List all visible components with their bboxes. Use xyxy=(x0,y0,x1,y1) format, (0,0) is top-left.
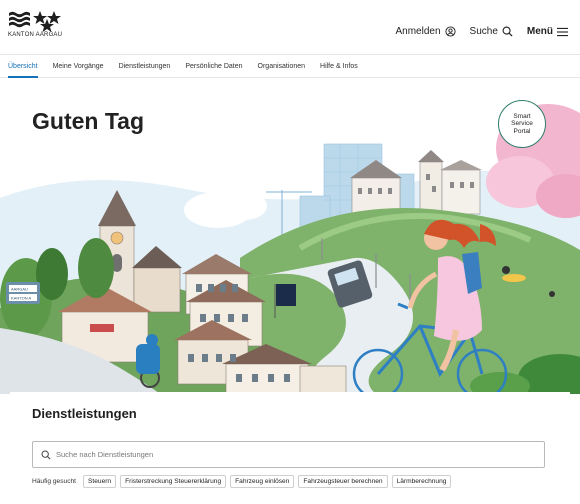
site-header: KANTON AARGAU Anmelden Suche Menü xyxy=(0,0,580,54)
services-search-field[interactable] xyxy=(32,441,545,468)
chip-laermberechnung[interactable]: Lärmberechnung xyxy=(391,475,452,488)
tab-persoenliche-daten[interactable]: Persönliche Daten xyxy=(185,55,242,77)
nav-tabs: Übersicht Meine Vorgänge Dienstleistunge… xyxy=(0,55,580,78)
services-title: Dienstleistungen xyxy=(32,406,137,421)
chip-fristerstreckung[interactable]: Fristerstreckung Steuererklärung xyxy=(120,475,227,488)
menu-button[interactable]: Menü xyxy=(527,26,568,37)
badge-line-3: Portal xyxy=(513,127,531,135)
logo-text: KANTON AARGAU xyxy=(8,32,63,38)
tab-dienstleistungen[interactable]: Dienstleistungen xyxy=(119,55,171,77)
tab-hilfe-infos[interactable]: Hilfe & Infos xyxy=(320,55,358,77)
login-label: Anmelden xyxy=(395,26,441,37)
menu-label: Menü xyxy=(526,26,553,37)
badge-line-2: Service xyxy=(511,120,533,128)
search-icon xyxy=(502,26,513,37)
tab-organisationen[interactable]: Organisationen xyxy=(258,55,305,77)
tab-uebersicht[interactable]: Übersicht xyxy=(8,55,38,78)
user-login-icon xyxy=(444,26,456,37)
badge-line-1: Smart xyxy=(513,112,531,120)
search-button[interactable]: Suche xyxy=(470,26,513,37)
services-panel: Dienstleistungen Häufig gesucht Steuern … xyxy=(10,392,570,504)
tab-meine-vorgaenge[interactable]: Meine Vorgänge xyxy=(53,55,104,77)
search-icon xyxy=(41,450,51,460)
login-button[interactable]: Anmelden xyxy=(396,26,456,37)
services-search-input[interactable] xyxy=(56,450,526,459)
chip-fahrzeug-einloesen[interactable]: Fahrzeug einlösen xyxy=(230,475,295,488)
main-navigation: Übersicht Meine Vorgänge Dienstleistunge… xyxy=(0,54,580,78)
sign-kanton-text: KANTON A xyxy=(11,296,31,301)
search-label: Suche xyxy=(469,26,498,37)
chip-steuern[interactable]: Steuern xyxy=(83,475,117,488)
sign-aargau-text: AARGAU xyxy=(11,287,28,292)
frequent-searches: Häufig gesucht Steuern Fristerstreckung … xyxy=(32,475,452,488)
hamburger-menu-icon xyxy=(557,27,568,36)
hero-banner: AARGAU KANTON A Guten Tag Smart Service … xyxy=(0,78,580,394)
page-greeting: Guten Tag xyxy=(32,108,145,134)
chip-fahrzeugsteuer[interactable]: Fahrzeugsteuer berechnen xyxy=(298,475,388,488)
header-actions: Anmelden Suche Menü xyxy=(396,26,568,37)
smart-service-portal-badge: Smart Service Portal xyxy=(498,100,546,148)
frequent-searches-label: Häufig gesucht xyxy=(32,478,76,485)
